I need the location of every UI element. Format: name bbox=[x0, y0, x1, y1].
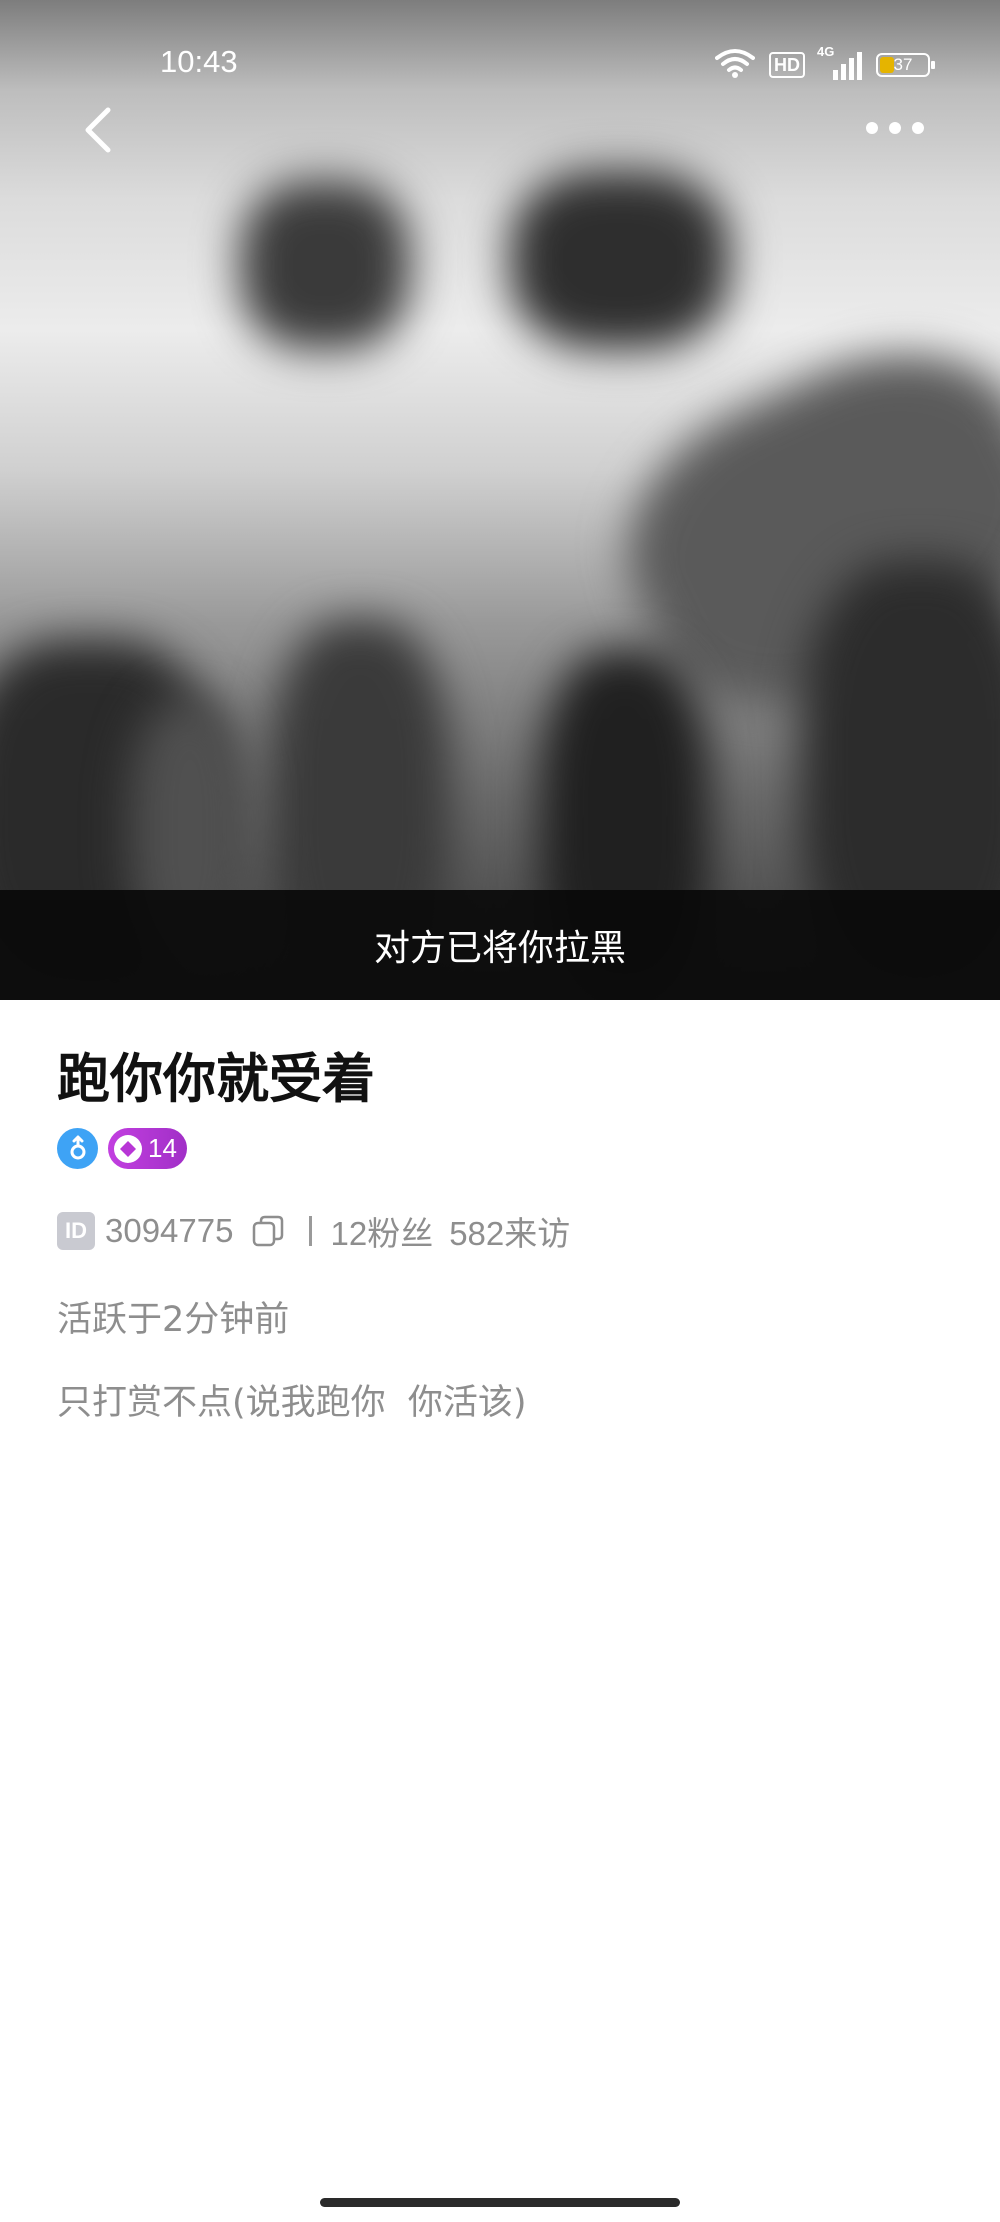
blocked-notice-text: 对方已将你拉黑 bbox=[373, 928, 626, 969]
followers-count[interactable]: 12粉丝 bbox=[330, 1207, 433, 1255]
profile-cover-image bbox=[0, 0, 1000, 1000]
copy-icon[interactable] bbox=[251, 1214, 285, 1248]
chevron-left-icon bbox=[85, 107, 111, 153]
active-status: 活跃于2分钟前 bbox=[57, 1300, 290, 1340]
profile-nickname: 跑你你就受着 bbox=[57, 1049, 375, 1110]
status-bar: 10:43 HD 4G 37 bbox=[0, 0, 1000, 130]
hd-badge: HD bbox=[769, 52, 805, 78]
profile-badges: 14 bbox=[57, 1128, 943, 1169]
gem-icon bbox=[114, 1134, 142, 1163]
home-indicator[interactable] bbox=[320, 2198, 680, 2207]
male-icon bbox=[57, 1128, 98, 1169]
status-time: 10:43 bbox=[160, 44, 238, 79]
visitors-count[interactable]: 582来访 bbox=[449, 1207, 570, 1255]
level-badge: 14 bbox=[108, 1128, 187, 1169]
battery-icon: 37 bbox=[876, 53, 935, 77]
network-type-label: 4G bbox=[817, 44, 835, 59]
divider bbox=[309, 1216, 313, 1246]
profile-bio: 只打赏不点(说我跑你 你活该) bbox=[57, 1383, 527, 1423]
blocked-notice-bar: 对方已将你拉黑 bbox=[0, 890, 1000, 1000]
id-row: ID 3094775 12粉丝 582来访 bbox=[57, 1207, 943, 1255]
cellular-signal-icon: 4G bbox=[817, 44, 862, 80]
level-number: 14 bbox=[148, 1133, 177, 1163]
more-options-button[interactable] bbox=[860, 110, 930, 146]
status-icons: HD 4G 37 bbox=[715, 44, 935, 82]
more-dots-icon bbox=[866, 122, 924, 134]
profile-info: 跑你你就受着 14 ID 3094775 12粉丝 582来访 活跃于2分钟前 bbox=[57, 1040, 943, 1425]
wifi-icon bbox=[715, 48, 755, 82]
battery-level: 37 bbox=[893, 55, 913, 74]
id-icon: ID bbox=[57, 1212, 95, 1250]
user-id: 3094775 bbox=[105, 1212, 234, 1249]
back-button[interactable] bbox=[70, 100, 130, 160]
